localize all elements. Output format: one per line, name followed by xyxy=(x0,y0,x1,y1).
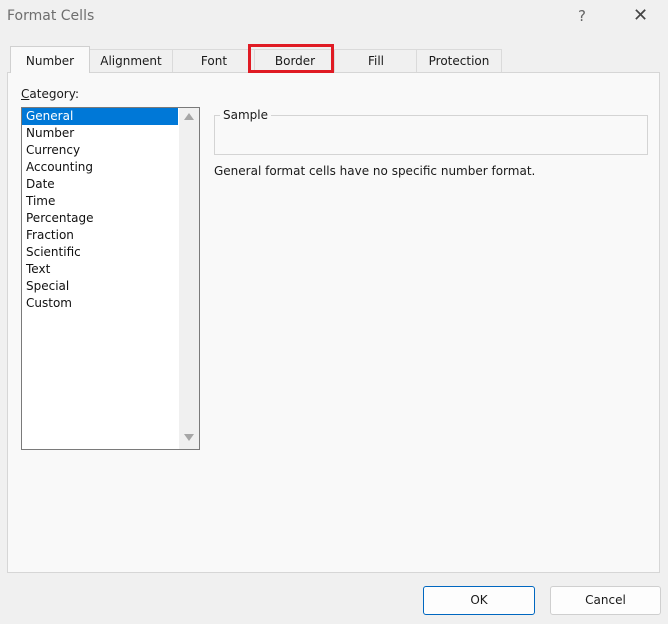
category-item-time[interactable]: Time xyxy=(22,193,178,210)
title-bar: Format Cells ? ✕ xyxy=(0,0,668,36)
category-item-general[interactable]: General xyxy=(22,108,178,125)
tab-alignment[interactable]: Alignment xyxy=(88,49,174,72)
category-item-percentage[interactable]: Percentage xyxy=(22,210,178,227)
category-label-rest: ategory: xyxy=(29,87,79,101)
category-item-fraction[interactable]: Fraction xyxy=(22,227,178,244)
format-description: General format cells have no specific nu… xyxy=(214,164,536,178)
category-item-currency[interactable]: Currency xyxy=(22,142,178,159)
category-item-text[interactable]: Text xyxy=(22,261,178,278)
category-label: Category: xyxy=(21,87,79,101)
category-list: General Number Currency Accounting Date … xyxy=(22,108,178,312)
ok-button[interactable]: OK xyxy=(423,586,535,615)
cancel-button[interactable]: Cancel xyxy=(550,586,661,615)
dialog-title: Format Cells xyxy=(7,8,95,24)
category-item-scientific[interactable]: Scientific xyxy=(22,244,178,261)
scroll-up-icon[interactable] xyxy=(184,113,194,120)
category-item-special[interactable]: Special xyxy=(22,278,178,295)
category-item-number[interactable]: Number xyxy=(22,125,178,142)
close-icon[interactable]: ✕ xyxy=(633,5,648,26)
category-item-date[interactable]: Date xyxy=(22,176,178,193)
sample-box xyxy=(214,115,648,155)
tab-number[interactable]: Number xyxy=(10,46,90,73)
tab-border[interactable]: Border xyxy=(254,49,336,72)
category-listbox[interactable]: General Number Currency Accounting Date … xyxy=(21,107,200,450)
category-scrollbar[interactable] xyxy=(179,108,199,449)
tab-fill[interactable]: Fill xyxy=(334,49,418,72)
category-item-custom[interactable]: Custom xyxy=(22,295,178,312)
sample-label: Sample xyxy=(220,108,271,122)
tab-font[interactable]: Font xyxy=(172,49,256,72)
scroll-down-icon[interactable] xyxy=(184,434,194,441)
category-item-accounting[interactable]: Accounting xyxy=(22,159,178,176)
tab-protection[interactable]: Protection xyxy=(416,49,502,72)
help-icon[interactable]: ? xyxy=(578,7,586,25)
